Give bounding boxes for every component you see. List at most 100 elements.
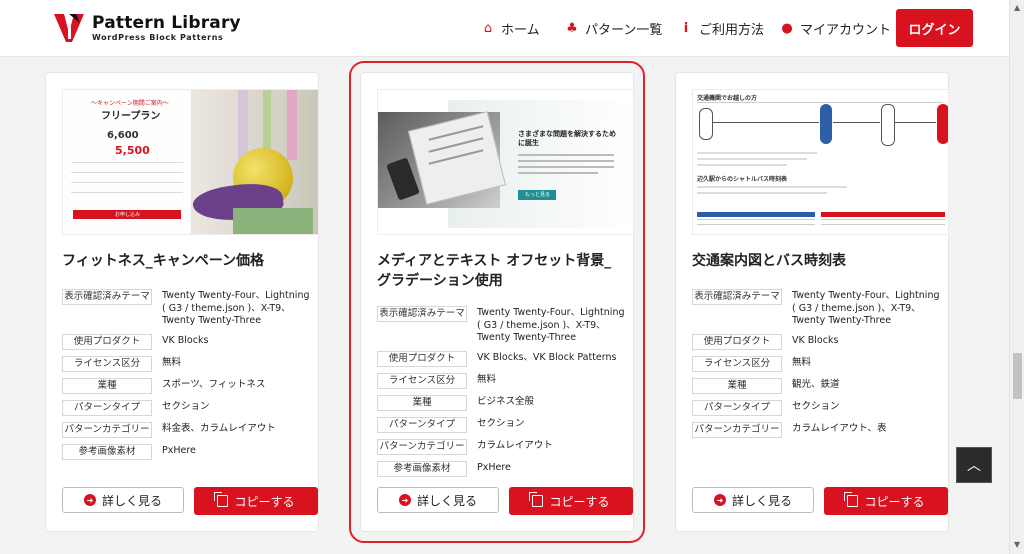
- meta-value: 観光、鉄道: [792, 378, 840, 390]
- vk-logo-icon: [54, 14, 84, 42]
- meta-label: 表示確認済みテーマ: [692, 289, 782, 305]
- copy-icon: [529, 492, 544, 507]
- meta-value: ビジネス全般: [477, 395, 535, 407]
- meta-row: 表示確認済みテーマ Twenty Twenty-Four、Lightning ( …: [377, 306, 627, 345]
- nav-home[interactable]: ⌂ ホーム: [481, 18, 540, 38]
- pattern-thumbnail[interactable]: 交通機関でお越しの方 辺久駅からのシャトルバス時刻表: [692, 89, 949, 235]
- pattern-thumbnail[interactable]: ～キャンペーン期間ご案内～ フリープラン 6,600 5,500 お申し込み: [62, 89, 319, 235]
- thumb-heading: さまざまな問題を解決するために誕生: [518, 130, 616, 147]
- copy-button[interactable]: コピーする: [194, 487, 318, 515]
- home-icon: ⌂: [483, 20, 493, 36]
- meta-value: 無料: [162, 356, 182, 368]
- meta-row: 業種 ビジネス全般: [377, 394, 627, 411]
- scrollbar-thumb[interactable]: [1013, 353, 1022, 399]
- detail-button[interactable]: ➜ 詳しく見る: [692, 487, 814, 513]
- meta-row: ライセンス区分 無料: [377, 372, 627, 389]
- meta-label: パターンタイプ: [692, 399, 782, 416]
- nav-account[interactable]: ● マイアカウント: [780, 18, 891, 38]
- meta-label: パターンタイプ: [377, 416, 467, 433]
- detail-button[interactable]: ➜ 詳しく見る: [62, 487, 184, 513]
- nav-home-label: ホーム: [501, 22, 540, 38]
- nav-usage[interactable]: i ご利用方法: [679, 18, 764, 38]
- nav-patterns[interactable]: ♣ パターン一覧: [565, 18, 662, 38]
- copy-button[interactable]: コピーする: [824, 487, 948, 515]
- user-icon: ●: [781, 20, 793, 36]
- meta-label: 業種: [62, 377, 152, 394]
- page-scrollbar[interactable]: ▲ ▼: [1009, 0, 1024, 554]
- meta-value: セクション: [162, 400, 210, 412]
- scroll-up-arrow-icon[interactable]: ▲: [1014, 3, 1020, 12]
- thumb-price-old: 6,600: [107, 130, 139, 141]
- meta-label: 使用プロダクト: [692, 333, 782, 350]
- copy-icon: [214, 492, 229, 507]
- meta-row: 使用プロダクト VK Blocks、VK Block Patterns: [377, 350, 627, 367]
- meta-value: 無料: [477, 373, 497, 385]
- meta-row: パターンカテゴリー 料金表、カラムレイアウト: [62, 421, 312, 438]
- meta-label: 表示確認済みテーマ: [62, 289, 152, 305]
- detail-button[interactable]: ➜ 詳しく見る: [377, 487, 499, 513]
- card-title[interactable]: メディアとテキスト オフセット背景_グラデーション使用: [377, 251, 625, 291]
- meta-value: 無料: [792, 356, 812, 368]
- meta-value: セクション: [477, 417, 525, 429]
- thumb-plan: フリープラン: [101, 111, 161, 122]
- pattern-card-media-text: さまざまな問題を解決するために誕生 もっと見る メディアとテキスト オフセット背…: [349, 61, 645, 543]
- meta-label: 使用プロダクト: [62, 333, 152, 350]
- info-icon: i: [683, 20, 689, 36]
- meta-row: ライセンス区分 無料: [692, 355, 942, 372]
- arrow-right-circle-icon: ➜: [713, 494, 726, 506]
- meta-value: VK Blocks: [162, 334, 209, 346]
- meta-label: ライセンス区分: [62, 355, 152, 372]
- nav-patterns-label: パターン一覧: [585, 22, 663, 38]
- back-to-top-button[interactable]: ︿: [956, 447, 992, 483]
- meta-value: PxHere: [477, 461, 511, 473]
- meta-label: パターンカテゴリー: [377, 438, 467, 455]
- meta-label: 業種: [692, 377, 782, 394]
- card-meta: 表示確認済みテーマ Twenty Twenty-Four、Lightning ( …: [377, 306, 627, 483]
- meta-row: パターンタイプ セクション: [62, 399, 312, 416]
- meta-label: 使用プロダクト: [377, 350, 467, 367]
- cubes-icon: ♣: [566, 20, 578, 36]
- pattern-thumbnail[interactable]: さまざまな問題を解決するために誕生 もっと見る: [377, 89, 634, 235]
- thumb-banner: ～キャンペーン期間ご案内～: [91, 100, 169, 107]
- meta-row: 使用プロダクト VK Blocks: [62, 333, 312, 350]
- meta-row: 業種 スポーツ、フィットネス: [62, 377, 312, 394]
- thumb-heading: 交通機関でお越しの方: [697, 95, 758, 102]
- meta-row: パターンタイプ セクション: [692, 399, 942, 416]
- nav-account-label: マイアカウント: [800, 22, 892, 38]
- meta-value: カラムレイアウト、表: [792, 422, 887, 434]
- meta-label: 参考画像素材: [377, 460, 467, 477]
- meta-value: Twenty Twenty-Four、Lightning ( G3 / them…: [792, 290, 940, 326]
- meta-row: パターンカテゴリー カラムレイアウト、表: [692, 421, 942, 438]
- thumb-cta: お申し込み: [115, 212, 141, 218]
- chevron-up-icon: ︿: [967, 458, 981, 474]
- copy-button[interactable]: コピーする: [509, 487, 633, 515]
- card-title[interactable]: フィットネス_キャンペーン価格: [62, 251, 310, 271]
- card-meta: 表示確認済みテーマ Twenty Twenty-Four、Lightning ( …: [62, 289, 312, 466]
- meta-row: ライセンス区分 無料: [62, 355, 312, 372]
- meta-label: 業種: [377, 394, 467, 411]
- logo-subtitle: WordPress Block Patterns: [92, 33, 224, 42]
- meta-label: ライセンス区分: [377, 372, 467, 389]
- pattern-card-fitness: ～キャンペーン期間ご案内～ フリープラン 6,600 5,500 お申し込み フ…: [45, 72, 319, 532]
- scroll-down-arrow-icon[interactable]: ▼: [1014, 540, 1020, 549]
- meta-value: スポーツ、フィットネス: [162, 378, 266, 390]
- detail-button-label: 詳しく見る: [731, 493, 792, 508]
- meta-label: ライセンス区分: [692, 355, 782, 372]
- login-button[interactable]: ログイン: [896, 9, 973, 47]
- card-title[interactable]: 交通案内図とバス時刻表: [692, 251, 940, 271]
- detail-button-label: 詳しく見る: [416, 493, 477, 508]
- meta-value: PxHere: [162, 444, 196, 456]
- meta-row: パターンタイプ セクション: [377, 416, 627, 433]
- copy-icon: [844, 492, 859, 507]
- meta-value: 料金表、カラムレイアウト: [162, 422, 276, 434]
- meta-row: 表示確認済みテーマ Twenty Twenty-Four、Lightning ( …: [62, 289, 312, 328]
- nav-usage-label: ご利用方法: [699, 22, 765, 38]
- meta-value: Twenty Twenty-Four、Lightning ( G3 / them…: [477, 307, 625, 343]
- site-logo[interactable]: Pattern Library WordPress Block Patterns: [52, 11, 241, 47]
- site-header: Pattern Library WordPress Block Patterns…: [0, 0, 1009, 57]
- copy-button-label: コピーする: [864, 494, 925, 509]
- meta-label: 表示確認済みテーマ: [377, 306, 467, 322]
- meta-row: 業種 観光、鉄道: [692, 377, 942, 394]
- card-meta: 表示確認済みテーマ Twenty Twenty-Four、Lightning ( …: [692, 289, 942, 444]
- arrow-right-circle-icon: ➜: [83, 494, 96, 506]
